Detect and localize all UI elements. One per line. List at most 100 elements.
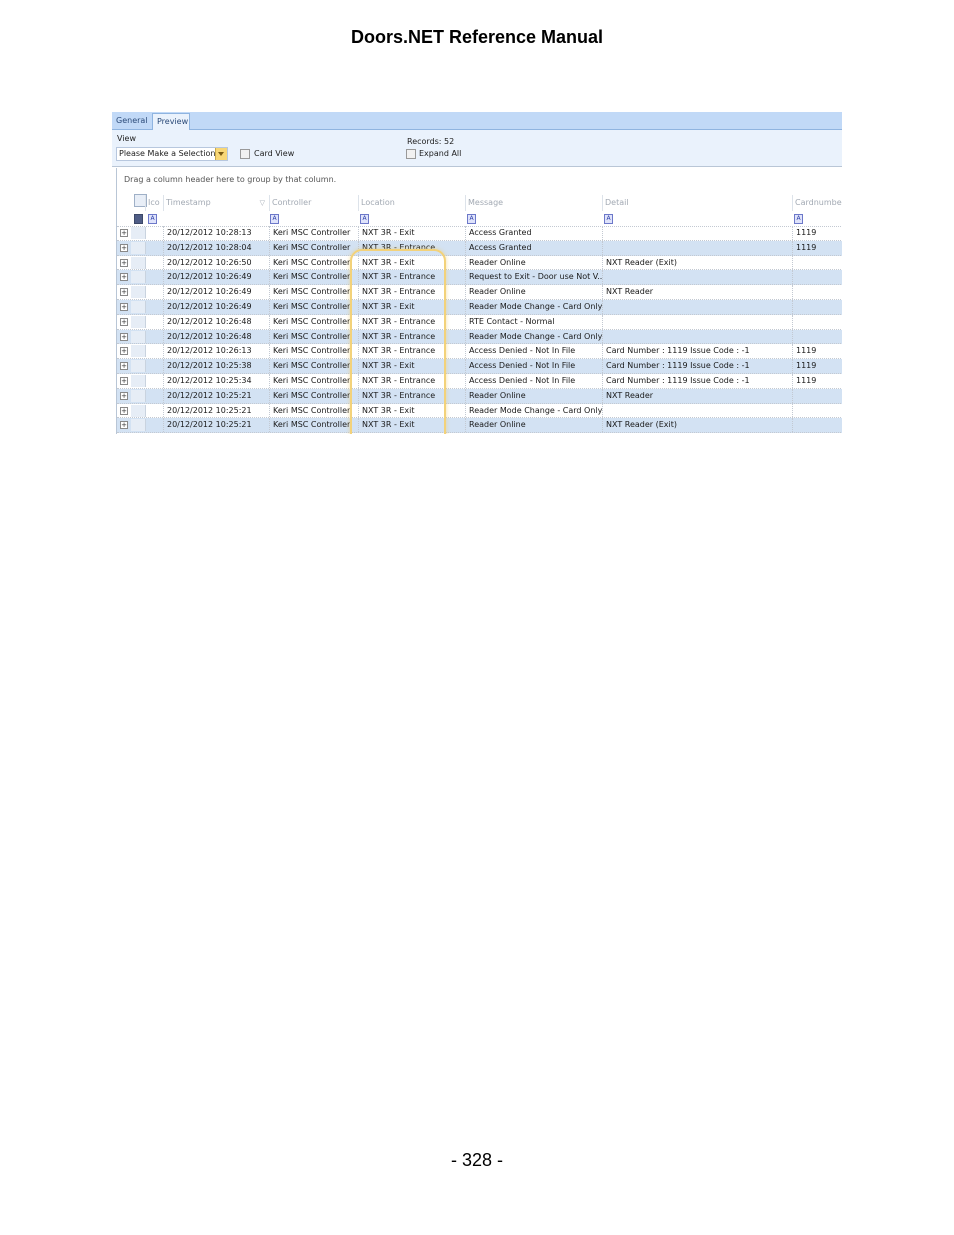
cell-cardnumber: 1119 [792, 344, 842, 359]
cell-message: Reader Online [465, 285, 602, 299]
document-header-title: Doors.NET Reference Manual [350, 27, 604, 47]
table-row[interactable]: +20/12/2012 10:26:49 Keri MSC Controller N… [117, 285, 842, 300]
expand-row-icon[interactable]: + [120, 229, 128, 237]
tab-general[interactable]: General [112, 113, 150, 129]
table-row[interactable]: +20/12/2012 10:28:13 Keri MSC Controller N… [117, 226, 842, 241]
expand-row-icon[interactable]: + [120, 332, 128, 341]
row-icon-cell [131, 360, 146, 373]
expand-row-icon[interactable]: + [120, 362, 128, 371]
cell-timestamp: 20/12/2012 10:26:48 [163, 314, 269, 329]
table-row[interactable]: +20/12/2012 10:26:48 Keri MSC Controller N… [117, 329, 842, 345]
cell-message: Access Denied - Not In File [465, 374, 602, 388]
cell-detail [602, 226, 792, 240]
filter-ico-icon[interactable]: A [148, 214, 157, 224]
table-row[interactable]: +20/12/2012 10:25:21 Keri MSC Controller N… [117, 388, 842, 404]
column-header-message[interactable]: Message [465, 195, 602, 211]
cell-timestamp: 20/12/2012 10:26:49 [163, 285, 269, 299]
expand-row-icon[interactable]: + [120, 243, 128, 252]
cell-cardnumber [792, 329, 842, 344]
view-select-value: Please Make a Selection [119, 149, 216, 158]
filter-controller-icon[interactable]: A [270, 214, 279, 224]
filter-location-icon[interactable]: A [360, 214, 369, 224]
cell-cardnumber [792, 255, 842, 270]
row-icon-cell [131, 315, 146, 328]
records-count: Records: 52 [407, 137, 455, 146]
expand-all-label: Expand All [419, 149, 462, 158]
cell-controller: Keri MSC Controller [269, 285, 358, 299]
filter-cardnumber-icon[interactable]: A [794, 214, 803, 224]
cell-detail [602, 403, 792, 418]
cell-message: Reader Mode Change - Card Only [465, 403, 602, 418]
table-row[interactable]: +20/12/2012 10:25:38 Keri MSC Controller N… [117, 359, 842, 374]
table-row[interactable]: +20/12/2012 10:28:04 Keri MSC Controller N… [117, 240, 842, 256]
row-icon-cell [131, 330, 146, 343]
expand-row-icon[interactable]: + [120, 288, 128, 297]
table-row[interactable]: +20/12/2012 10:25:21 Keri MSC Controller N… [117, 403, 842, 419]
cell-timestamp: 20/12/2012 10:28:13 [163, 226, 269, 240]
chevron-down-icon[interactable] [215, 148, 227, 160]
cell-location: NXT 3R - Exit [358, 359, 465, 373]
cell-controller: Keri MSC Controller [269, 388, 358, 403]
cell-location: NXT 3R - Entrance [358, 314, 465, 329]
cell-cardnumber: 1119 [792, 374, 842, 388]
cell-controller: Keri MSC Controller [269, 344, 358, 359]
column-header-timestamp[interactable]: Timestamp ▽ [163, 195, 269, 211]
cell-message: Access Denied - Not In File [465, 359, 602, 373]
table-row[interactable]: +20/12/2012 10:26:49 Keri MSC Controller N… [117, 300, 842, 315]
group-by-hint: Drag a column header here to group by th… [124, 175, 337, 184]
cell-cardnumber: 1119 [792, 359, 842, 373]
cell-cardnumber [792, 285, 842, 299]
expand-all-checkbox[interactable] [406, 149, 416, 159]
expand-row-icon[interactable]: + [120, 377, 128, 385]
cell-cardnumber [792, 300, 842, 314]
cell-timestamp: 20/12/2012 10:25:21 [163, 388, 269, 403]
table-row[interactable]: +20/12/2012 10:26:13 Keri MSC Controller N… [117, 344, 842, 360]
row-icon-cell [131, 404, 146, 417]
cell-cardnumber [792, 270, 842, 285]
expand-row-icon[interactable]: + [120, 406, 128, 415]
cell-location: NXT 3R - Entrance [358, 270, 465, 285]
cell-controller: Keri MSC Controller [269, 329, 358, 344]
cell-detail: Card Number : 1119 Issue Code : -1 [602, 359, 792, 373]
table-row[interactable]: +20/12/2012 10:26:49 Keri MSC Controller N… [117, 270, 842, 286]
events-grid: Drag a column header here to group by th… [116, 168, 842, 434]
cell-location: NXT 3R - Exit [358, 226, 465, 240]
row-icon-cell [131, 375, 146, 387]
column-header-detail[interactable]: Detail [602, 195, 792, 211]
cell-timestamp: 20/12/2012 10:25:21 [163, 418, 269, 433]
cell-controller: Keri MSC Controller [269, 240, 358, 255]
cell-detail: NXT Reader (Exit) [602, 255, 792, 270]
filter-clear-icon[interactable] [134, 214, 143, 224]
page-number: - 328 - [450, 1150, 504, 1170]
cell-cardnumber [792, 418, 842, 433]
column-header-ico[interactable]: Ico [145, 195, 163, 211]
filter-message-icon[interactable]: A [467, 214, 476, 224]
table-row[interactable]: +20/12/2012 10:26:48 Keri MSC Controller N… [117, 314, 842, 330]
cell-location: NXT 3R - Entrance [358, 344, 465, 359]
expand-row-icon[interactable]: + [120, 273, 128, 282]
expand-row-icon[interactable]: + [120, 421, 128, 430]
cell-message: Reader Mode Change - Card Only [465, 329, 602, 344]
cell-detail: NXT Reader (Exit) [602, 418, 792, 433]
row-icon-cell [131, 389, 146, 402]
table-row[interactable]: +20/12/2012 10:25:34 Keri MSC Controller N… [117, 374, 842, 389]
cell-location: NXT 3R - Exit [358, 300, 465, 314]
tab-preview[interactable]: Preview [152, 113, 190, 130]
expand-row-icon[interactable]: + [120, 317, 128, 326]
column-header-location[interactable]: Location [358, 195, 465, 211]
table-row[interactable]: +20/12/2012 10:25:21 Keri MSC Controller N… [117, 418, 842, 434]
cell-location: NXT 3R - Entrance [358, 285, 465, 299]
card-view-checkbox[interactable] [240, 149, 250, 159]
expand-row-icon[interactable]: + [120, 303, 128, 311]
filter-row: A A A A A A [117, 211, 842, 227]
table-row[interactable]: +20/12/2012 10:26:50 Keri MSC Controller N… [117, 255, 842, 271]
expand-row-icon[interactable]: + [120, 258, 128, 267]
view-select[interactable]: Please Make a Selection [116, 147, 228, 161]
column-header-controller[interactable]: Controller [269, 195, 358, 211]
expand-row-icon[interactable]: + [120, 347, 128, 356]
cell-timestamp: 20/12/2012 10:26:48 [163, 329, 269, 344]
filter-detail-icon[interactable]: A [604, 214, 613, 224]
sort-descending-icon: ▽ [259, 199, 265, 207]
column-header-cardnumber[interactable]: Cardnumber [792, 195, 842, 211]
expand-row-icon[interactable]: + [120, 391, 128, 400]
